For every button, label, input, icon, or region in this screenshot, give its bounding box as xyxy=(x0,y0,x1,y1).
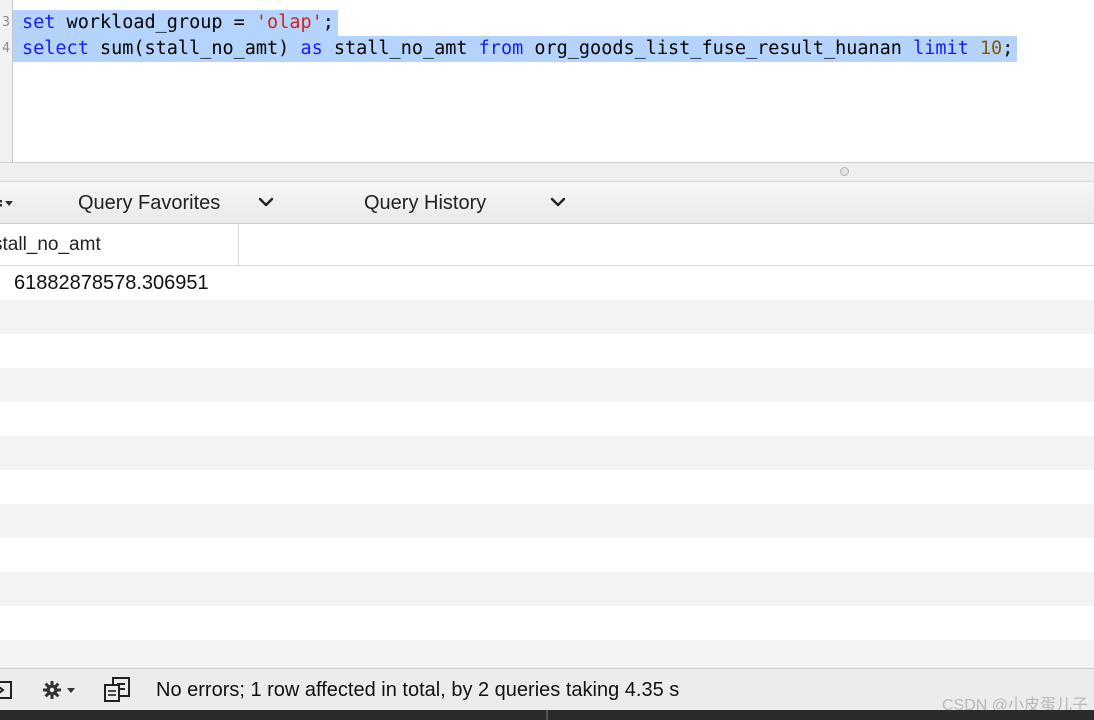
column-header[interactable]: stall_no_amt xyxy=(0,224,239,265)
query-editor[interactable]: 3 4 set workload_group = 'olap'; select … xyxy=(0,0,1094,162)
line-number: 3 xyxy=(2,15,10,30)
code-token: 'olap' xyxy=(255,12,323,33)
tab-query-history[interactable]: Query History xyxy=(364,182,486,224)
pane-splitter[interactable] xyxy=(0,162,1094,182)
code-token: stall_no_amt xyxy=(322,38,479,59)
column-header-label: stall_no_amt xyxy=(0,234,101,255)
code-token: org_goods_list_fuse_result_huanan xyxy=(523,38,914,59)
results-grid-header: stall_no_amt xyxy=(0,224,1094,266)
table-row[interactable] xyxy=(0,300,1094,334)
bottom-strip xyxy=(0,710,1094,720)
table-row[interactable] xyxy=(0,538,1094,572)
chevron-down-icon[interactable] xyxy=(550,195,566,209)
code-line[interactable]: select sum(stall_no_amt) as stall_no_amt… xyxy=(13,36,1018,62)
code-token: ; xyxy=(1002,38,1014,59)
code-token: workload_group = xyxy=(55,12,256,33)
chevron-down-icon[interactable] xyxy=(258,195,274,209)
status-bar: No errors; 1 row affected in total, by 2… xyxy=(0,668,1094,714)
code-token: ; xyxy=(322,12,334,33)
table-row[interactable] xyxy=(0,640,1094,668)
code-token: set xyxy=(22,12,56,33)
table-row[interactable] xyxy=(0,368,1094,402)
table-row[interactable] xyxy=(0,572,1094,606)
table-row[interactable] xyxy=(0,606,1094,640)
bottom-divider xyxy=(546,710,548,720)
splitter-handle[interactable] xyxy=(840,167,849,176)
table-row[interactable] xyxy=(0,402,1094,436)
table-row[interactable]: 61882878578.306951 xyxy=(0,266,1094,300)
query-toolbar: Query Favorites Query History xyxy=(0,182,1094,224)
results-grid[interactable]: 61882878578.306951 xyxy=(0,266,1094,668)
code-token: limit xyxy=(913,38,969,59)
table-cell[interactable]: 61882878578.306951 xyxy=(14,266,209,300)
code-token: from xyxy=(478,38,524,59)
tab-query-favorites[interactable]: Query Favorites xyxy=(78,182,220,224)
table-row[interactable] xyxy=(0,504,1094,538)
table-row[interactable] xyxy=(0,436,1094,470)
status-message: No errors; 1 row affected in total, by 2… xyxy=(156,679,680,701)
line-number-gutter: 3 4 xyxy=(0,0,13,162)
console-icon[interactable] xyxy=(0,681,12,699)
table-row[interactable] xyxy=(0,334,1094,368)
clipboard-icon[interactable] xyxy=(103,677,131,703)
gear-icon[interactable] xyxy=(42,680,80,700)
code-token: sum(stall_no_amt) xyxy=(88,38,301,59)
line-number: 4 xyxy=(2,41,10,56)
code-line[interactable]: set workload_group = 'olap'; xyxy=(13,10,338,36)
code-token: select xyxy=(22,38,89,59)
gear-dropdown-icon[interactable] xyxy=(0,194,22,212)
code-token: as xyxy=(300,38,323,59)
code-token: 10 xyxy=(979,38,1003,59)
table-row[interactable] xyxy=(0,470,1094,504)
